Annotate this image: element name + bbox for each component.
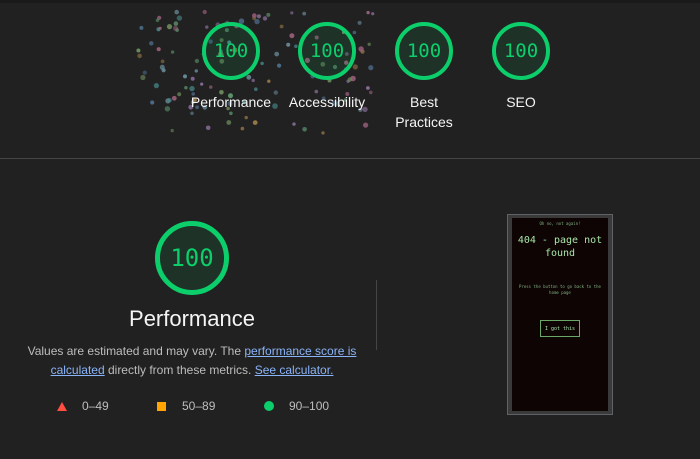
gauge-score: 100 [309,40,345,62]
performance-score: 100 [170,244,214,272]
gauge-label: SEO [506,94,536,110]
gauge-label: Performance [190,94,272,110]
gauge-accessibility[interactable]: 100 Accessibility [277,22,377,112]
gauge-score: 100 [406,40,442,62]
header-divider [0,158,700,159]
screenshot-top-text: Oh no, not again! [539,221,581,226]
legend-average: 50–89 [157,399,215,413]
desc-middle: directly from these metrics. [104,363,255,377]
gauge-label: Best Practices [395,94,453,130]
gauge-ring: 100 [298,22,356,80]
performance-title: Performance [129,306,255,331]
legend-pass: 90–100 [264,399,329,413]
fail-triangle-icon [57,401,67,411]
see-calculator-link[interactable]: See calculator. [255,363,334,377]
vertical-separator [376,280,377,350]
gauge-seo[interactable]: 100 SEO [471,22,571,112]
pass-circle-icon [264,401,274,411]
gauge-score: 100 [503,40,539,62]
desc-prefix: Values are estimated and may vary. The [27,344,245,358]
screenshot-message: Press the button to go back to the home … [519,284,601,295]
lighthouse-report: 100 Performance 100 Accessibility 100 Be… [0,0,700,459]
screenshot-button: I got this [540,320,580,337]
gauge-ring: 100 [492,22,550,80]
gauge-ring: 100 [202,22,260,80]
legend-pass-range: 90–100 [289,399,330,413]
average-square-icon [157,401,166,411]
performance-gauge: 100 [155,221,229,295]
score-legend: 0–49 50–89 90–100 [0,399,380,417]
final-screenshot[interactable]: Oh no, not again! 404 - page not found P… [507,214,613,415]
screenshot-content: Oh no, not again! 404 - page not found P… [512,218,608,411]
scores-header: 100 Performance 100 Accessibility 100 Be… [0,0,700,158]
gauge-performance[interactable]: 100 Performance [181,22,281,112]
gauge-best-practices[interactable]: 100 Best Practices [374,22,474,132]
screenshot-title: 404 - page not found [517,235,603,259]
summary-gauges: 100 Performance 100 Accessibility 100 Be… [0,0,700,158]
legend-fail-range: 0–49 [82,399,109,413]
performance-description: Values are estimated and may vary. The p… [22,342,362,380]
gauge-label: Accessibility [288,94,366,110]
gauge-ring: 100 [395,22,453,80]
gauge-score: 100 [213,40,249,62]
legend-fail: 0–49 [57,399,109,413]
legend-average-range: 50–89 [182,399,216,413]
